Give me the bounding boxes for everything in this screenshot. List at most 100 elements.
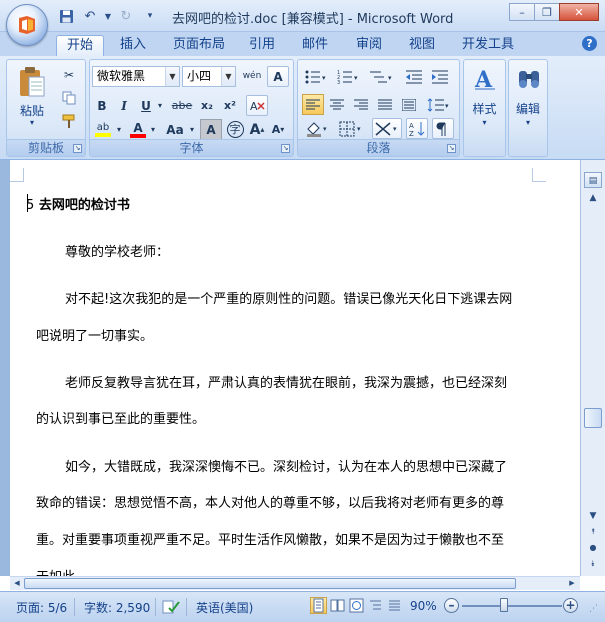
editing-label: 编辑 [515, 102, 540, 116]
align-center-icon[interactable] [326, 94, 348, 115]
font-color-icon[interactable]: A [128, 119, 148, 140]
horizontal-scrollbar[interactable]: ◀ ▶ [10, 576, 580, 590]
scroll-right-icon[interactable]: ▶ [566, 577, 578, 590]
superscript-icon[interactable]: x² [220, 95, 240, 116]
change-case-icon[interactable]: Aa [162, 119, 188, 140]
distributed-icon[interactable] [398, 94, 420, 115]
zoom-out-icon[interactable]: – [444, 598, 459, 613]
decrease-indent-icon[interactable] [402, 66, 426, 87]
select-browse-object-icon[interactable]: ● [584, 540, 602, 556]
subscript-icon[interactable]: x₂ [197, 95, 217, 116]
tab-insert[interactable]: 插入 [110, 35, 156, 56]
scroll-down-icon[interactable]: ▼ [584, 508, 602, 524]
paragraph-launcher-icon[interactable]: ↘ [447, 144, 456, 153]
previous-page-icon[interactable]: ⯭ [584, 524, 602, 540]
phonetic-guide-icon[interactable]: wén [241, 66, 263, 87]
show-marks-icon[interactable] [432, 118, 454, 139]
resize-grip-icon[interactable]: ⋰ [589, 604, 598, 614]
outline-view-icon[interactable] [367, 597, 384, 614]
scroll-left-icon[interactable]: ◀ [11, 577, 23, 590]
bullets-icon[interactable]: ▾ [302, 66, 330, 87]
strikethrough-icon[interactable]: abe [170, 95, 194, 116]
vertical-scroll-thumb[interactable] [584, 408, 602, 428]
minimize-icon[interactable]: – [509, 3, 535, 21]
underline-icon[interactable]: U [137, 95, 155, 116]
view-ruler-icon[interactable]: ▤ [584, 172, 602, 188]
justify-icon[interactable] [374, 94, 396, 115]
language-indicator[interactable]: 英语(美国) [196, 599, 253, 616]
next-page-icon[interactable]: ⯯ [584, 556, 602, 572]
scroll-up-icon[interactable]: ▲ [584, 190, 602, 206]
page-count[interactable]: 页面: 5/6 [16, 599, 67, 616]
document-area[interactable]: 5 去网吧的检讨书 尊敬的学校老师： 对不起!这次我犯的是一个严重的原则性的问题… [0, 160, 580, 576]
change-case-dropdown-icon[interactable]: ▾ [187, 119, 197, 140]
underline-dropdown-icon[interactable]: ▾ [155, 95, 165, 116]
horizontal-scroll-thumb[interactable] [24, 578, 516, 589]
cut-icon[interactable]: ✂ [59, 64, 79, 85]
clear-formatting-icon[interactable]: A [246, 95, 268, 116]
office-logo-icon [19, 16, 35, 34]
tab-view[interactable]: 视图 [399, 35, 445, 56]
line-spacing-icon[interactable]: ▾ [424, 94, 454, 115]
word-count[interactable]: 字数: 2,590 [84, 599, 150, 616]
enclose-chars-icon[interactable]: 字 [224, 119, 246, 140]
increase-indent-icon[interactable] [428, 66, 452, 87]
paste-dropdown-icon[interactable]: ▾ [27, 118, 37, 127]
align-left-icon[interactable] [302, 94, 324, 115]
char-border-icon[interactable]: A [267, 66, 289, 87]
office-button[interactable] [6, 4, 48, 46]
tab-review[interactable]: 审阅 [346, 35, 392, 56]
styles-group[interactable]: A 样式 ▾ [463, 59, 506, 157]
font-size-select[interactable]: 小四 ▼ [182, 66, 236, 87]
highlight-dropdown-icon[interactable]: ▾ [114, 119, 124, 140]
tab-home[interactable]: 开始 [56, 35, 105, 56]
redo-icon[interactable]: ↻ [116, 6, 136, 26]
help-icon[interactable]: ? [582, 36, 597, 51]
font-name-select[interactable]: 微软雅黑 ▼ [92, 66, 180, 87]
full-screen-reading-icon[interactable] [329, 597, 346, 614]
vertical-scrollbar[interactable]: ▤ ▲ ▼ ⯭ ● ⯯ [580, 160, 605, 576]
bold-icon[interactable]: B [92, 95, 112, 116]
zoom-slider-track[interactable] [462, 605, 562, 607]
undo-icon[interactable]: ↶ [80, 6, 100, 26]
shading-icon[interactable]: ▾ [302, 118, 332, 139]
paste-icon[interactable] [15, 64, 49, 100]
chinese-layout-icon[interactable]: ▾ [372, 118, 402, 139]
font-color-dropdown-icon[interactable]: ▾ [148, 119, 158, 140]
save-icon[interactable] [56, 6, 76, 26]
tab-page-layout[interactable]: 页面布局 [163, 35, 235, 56]
paste-button[interactable]: 粘贴 [15, 102, 49, 119]
print-layout-view-icon[interactable] [310, 597, 327, 614]
shrink-font-icon[interactable]: A ▾ [268, 119, 288, 140]
clipboard-launcher-icon[interactable]: ↘ [73, 144, 82, 153]
multilevel-list-icon[interactable]: ▾ [366, 66, 396, 87]
tab-developer[interactable]: 开发工具 [452, 35, 524, 56]
char-shading-icon[interactable]: A [200, 119, 222, 140]
tab-references[interactable]: 引用 [239, 35, 285, 56]
customize-qat-icon[interactable]: ▾ [140, 6, 160, 26]
copy-icon[interactable] [59, 87, 79, 108]
sort-icon[interactable]: AZ [406, 118, 428, 139]
zoom-slider-thumb[interactable] [500, 598, 508, 612]
align-right-icon[interactable] [350, 94, 372, 115]
close-icon[interactable]: ✕ [559, 3, 599, 21]
paragraph-line: 于如此 [36, 566, 75, 576]
undo-dropdown-icon[interactable]: ▼ [104, 6, 112, 26]
highlight-icon[interactable]: ab [92, 119, 114, 140]
borders-icon[interactable]: ▾ [336, 118, 366, 139]
zoom-in-icon[interactable]: + [563, 598, 578, 613]
font-size-value: 小四 [187, 69, 212, 83]
grow-font-icon[interactable]: A ▴ [247, 119, 267, 140]
format-painter-icon[interactable] [59, 110, 79, 131]
italic-icon[interactable]: I [114, 95, 134, 116]
zoom-level[interactable]: 90% [410, 599, 437, 613]
proofing-icon[interactable] [162, 599, 180, 618]
restore-icon[interactable]: ❐ [534, 3, 560, 21]
draft-view-icon[interactable] [386, 597, 403, 614]
web-layout-icon[interactable] [348, 597, 365, 614]
tab-mailings[interactable]: 邮件 [292, 35, 338, 56]
document-heading: 5 去网吧的检讨书 [26, 198, 130, 213]
numbering-icon[interactable]: 1 2 3 ▾ [334, 66, 362, 87]
editing-group[interactable]: 编辑 ▾ [508, 59, 548, 157]
font-launcher-icon[interactable]: ↘ [281, 144, 290, 153]
